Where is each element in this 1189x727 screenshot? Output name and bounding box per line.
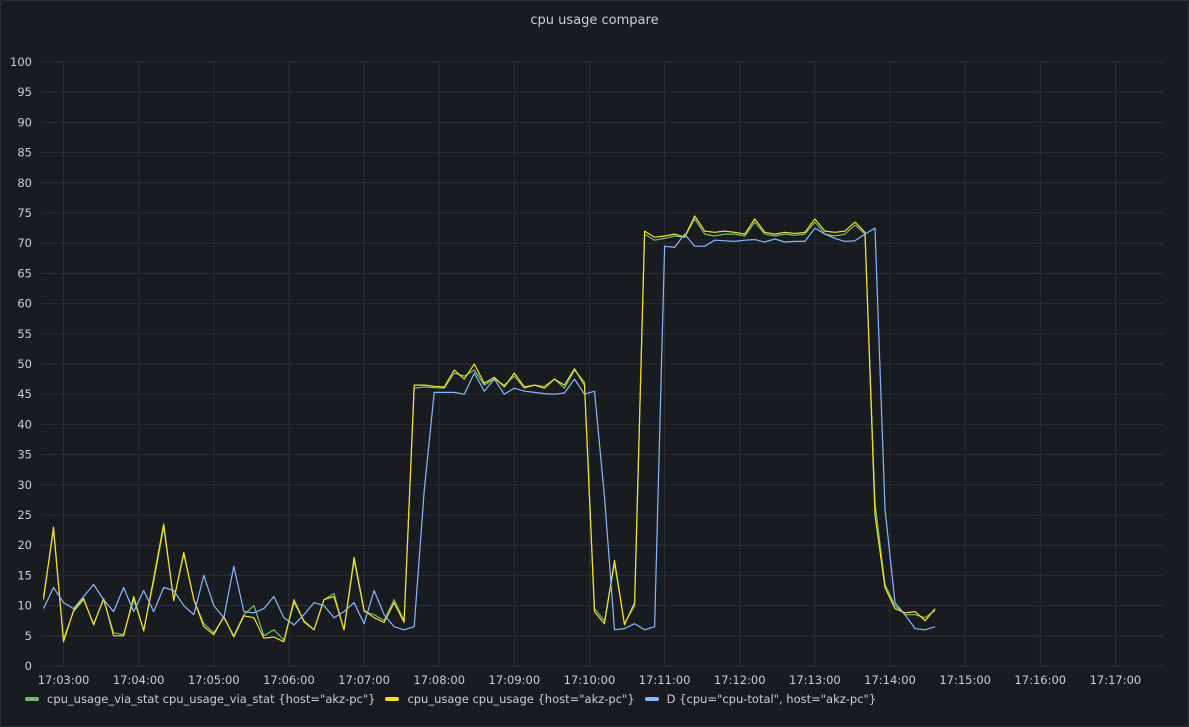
series-line-2[interactable] — [42, 227, 936, 631]
y-tick-label: 20 — [17, 538, 32, 552]
y-tick-label: 60 — [17, 297, 32, 311]
line-chart[interactable]: 0 5 10 15 20 25 30 35 40 45 50 55 60 65 70 75 80 85 90 95 10… — [1, 1, 1188, 691]
y-tick-label: 0 — [25, 659, 32, 673]
y-tick-label: 25 — [17, 508, 32, 522]
grid — [41, 61, 1163, 667]
x-tick-label: 17:08:00 — [413, 673, 465, 687]
y-tick-label: 35 — [17, 448, 32, 462]
legend-swatch-icon — [644, 697, 659, 701]
legend-label: cpu_usage cpu_usage {host="akz-pc"} — [407, 692, 635, 706]
x-tick-label: 17:07:00 — [338, 673, 390, 687]
series-lines — [42, 215, 936, 643]
y-tick-label: 75 — [17, 206, 32, 220]
legend-item[interactable]: cpu_usage_via_stat cpu_usage_via_stat {h… — [25, 692, 375, 706]
x-tick-label: 17:15:00 — [939, 673, 991, 687]
y-tick-label: 80 — [17, 176, 32, 190]
y-tick-label: 100 — [10, 55, 32, 69]
legend-label: cpu_usage_via_stat cpu_usage_via_stat {h… — [47, 692, 376, 706]
y-tick-label: 30 — [17, 478, 32, 492]
series-line-1[interactable] — [42, 215, 936, 643]
chart-panel: cpu usage compare 0 5 10 15 20 25 30 35 40 45 50 55… — [0, 0, 1189, 727]
y-tick-label: 40 — [17, 417, 32, 431]
y-tick-label: 50 — [17, 357, 32, 371]
y-tick-label: 65 — [17, 266, 32, 280]
x-tick-label: 17:04:00 — [113, 673, 165, 687]
legend-item[interactable]: D {cpu="cpu-total", host="akz-pc"} — [644, 692, 877, 706]
x-tick-label: 17:03:00 — [38, 673, 90, 687]
y-tick-label: 5 — [25, 629, 32, 643]
legend-item[interactable]: cpu_usage cpu_usage {host="akz-pc"} — [385, 692, 635, 706]
series-line-0[interactable] — [42, 218, 936, 641]
x-tick-label: 17:17:00 — [1090, 673, 1142, 687]
y-axis: 0 5 10 15 20 25 30 35 40 45 50 55 60 65 70 75 80 85 90 95 10… — [10, 55, 32, 673]
legend-swatch-icon — [25, 697, 39, 701]
x-tick-label: 17:11:00 — [639, 673, 691, 687]
y-tick-label: 15 — [17, 568, 32, 582]
legend-label: D {cpu="cpu-total", host="akz-pc"} — [666, 692, 877, 706]
y-tick-label: 70 — [17, 236, 32, 250]
x-tick-label: 17:06:00 — [263, 673, 315, 687]
x-tick-label: 17:05:00 — [188, 673, 240, 687]
legend-swatch-icon — [385, 697, 400, 701]
y-tick-label: 55 — [17, 327, 32, 341]
x-tick-label: 17:09:00 — [489, 673, 541, 687]
x-tick-label: 17:10:00 — [564, 673, 616, 687]
x-tick-label: 17:12:00 — [714, 673, 766, 687]
x-tick-label: 17:13:00 — [789, 673, 841, 687]
x-axis: 17:03:00 17:04:00 17:05:00 17:06:00 17:07:00… — [38, 673, 1142, 687]
x-tick-label: 17:14:00 — [864, 673, 916, 687]
y-tick-label: 85 — [17, 146, 32, 160]
y-tick-label: 95 — [17, 85, 32, 99]
y-tick-label: 10 — [17, 599, 32, 613]
y-tick-label: 45 — [17, 387, 32, 401]
x-tick-label: 17:16:00 — [1014, 673, 1066, 687]
y-tick-label: 90 — [17, 115, 32, 129]
legend: cpu_usage_via_stat cpu_usage_via_stat {h… — [25, 692, 876, 706]
